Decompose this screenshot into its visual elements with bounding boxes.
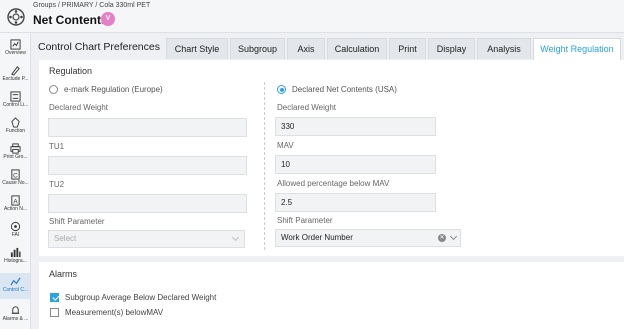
tab-display[interactable]: Display [428,38,475,59]
emark-label[interactable]: e-mark Regulation (Europe) [64,85,163,94]
usa-shift-value: Work Order Number [281,233,353,242]
sidebar-item-label: Overview [5,50,26,56]
allowed-percentage-label: Allowed percentage below MAV [277,179,390,188]
svg-text:C: C [13,172,18,179]
sidebar-item-label: Histogra... [4,258,27,264]
allowed-percentage-input[interactable]: 2.5 [275,193,436,212]
fai-icon [10,221,21,232]
sidebar-item-control-limits[interactable]: Control Li... [0,88,30,114]
sidebar-item-action[interactable]: A Action N... [0,192,30,218]
version-badge[interactable]: V [101,12,115,26]
usa-label[interactable]: Declared Net Contents (USA) [292,85,397,94]
breadcrumb[interactable]: Groups / PRIMARY / Cola 330ml PET [33,2,150,9]
tu1-label: TU1 [49,142,65,151]
usa-declared-weight-input[interactable]: 330 [275,117,436,136]
mav-label: MAV [277,141,294,150]
sidebar-item-cause[interactable]: C Cause No... [0,166,30,192]
sidebar-item-alarms[interactable]: Alarms & ... [0,302,30,328]
tab-print[interactable]: Print [389,38,426,59]
page-title: Net Contents [33,13,108,27]
sidebar-item-label: Function [5,128,26,134]
exclude-icon [11,66,20,76]
sidebar-item-label: Control Li... [2,102,29,108]
emark-shift-label: Shift Parameter [49,217,105,226]
sidebar-item-control-chart[interactable]: Control C... [0,273,30,299]
tab-subgroup[interactable]: Subgroup [230,38,285,59]
clear-icon[interactable]: ✕ [438,234,446,242]
function-icon [11,117,20,128]
tab-axis[interactable]: Axis [287,38,325,59]
sidebar-item-label: Control C... [2,287,29,293]
app-logo-icon[interactable] [7,8,25,26]
sidebar-item-histogram[interactable]: Histogra... [0,244,30,270]
control-limits-icon [10,91,21,102]
overview-icon [10,39,21,50]
usa-shift-label: Shift Parameter [277,216,333,225]
column-divider [264,82,265,250]
tab-weight-regulation[interactable]: Weight Regulation [533,38,621,60]
sidebar-item-label: Exclude P... [2,76,29,82]
sidebar-item-function[interactable]: Function [0,114,30,140]
sidebar-item-overview[interactable]: Overview [0,36,30,62]
tab-bar: Control Chart Preferences Chart Style Su… [31,37,624,60]
tu2-label: TU2 [49,180,65,189]
chevron-down-icon[interactable] [449,232,458,241]
histogram-icon [10,247,21,258]
emark-shift-select[interactable]: Select [48,230,245,248]
emark-radio[interactable] [49,85,58,94]
regulation-panel: Regulation e-mark Regulation (Europe) De… [39,60,624,256]
pane-title: Control Chart Preferences [38,41,160,53]
regulation-title: Regulation [49,66,93,76]
control-chart-icon [10,277,21,286]
mav-input[interactable]: 10 [275,155,436,174]
usa-shift-select[interactable]: Work Order Number ✕ [275,229,461,247]
usa-declared-weight-label: Declared Weight [277,103,336,112]
sidebar-item-label: Cause No... [2,180,29,186]
subgroup-average-checkbox[interactable] [50,293,59,302]
app-header: Groups / PRIMARY / Cola 330ml PET Net Co… [0,0,624,33]
alarms-panel: Alarms Subgroup Average Below Declared W… [39,262,624,329]
usa-radio[interactable] [277,85,286,94]
emark-declared-weight-input[interactable] [48,118,247,137]
sidebar: Overview Exclude P... Control Li... Func… [0,33,31,329]
print-icon [10,143,21,154]
cause-icon: C [11,169,20,180]
tu1-input[interactable] [48,156,247,175]
sidebar-item-fai[interactable]: FAI [0,218,30,244]
tab-chart-style[interactable]: Chart Style [166,38,228,59]
subgroup-average-label[interactable]: Subgroup Average Below Declared Weight [65,293,216,302]
sidebar-item-exclude[interactable]: Exclude P... [0,62,30,88]
alarm-icon [11,306,20,314]
chevron-down-icon [231,233,240,242]
tab-analysis[interactable]: Analysis [477,38,531,59]
sidebar-item-label: Alarms & ... [2,316,29,322]
action-icon: A [11,195,20,206]
emark-declared-weight-label: Declared Weight [49,103,108,112]
measurement-below-mav-checkbox[interactable] [50,308,59,317]
sidebar-item-label: Action N... [3,206,28,212]
sidebar-item-label: Print Gro... [3,154,28,160]
tab-calculation[interactable]: Calculation [327,38,387,59]
sidebar-item-label: FAI [11,232,20,238]
svg-text:A: A [13,198,18,205]
sidebar-item-print[interactable]: Print Gro... [0,140,30,166]
alarms-title: Alarms [49,269,78,279]
measurement-below-mav-label[interactable]: Measurement(s) belowMAV [65,308,163,317]
tu2-input[interactable] [48,194,247,213]
emark-shift-placeholder: Select [54,234,77,243]
